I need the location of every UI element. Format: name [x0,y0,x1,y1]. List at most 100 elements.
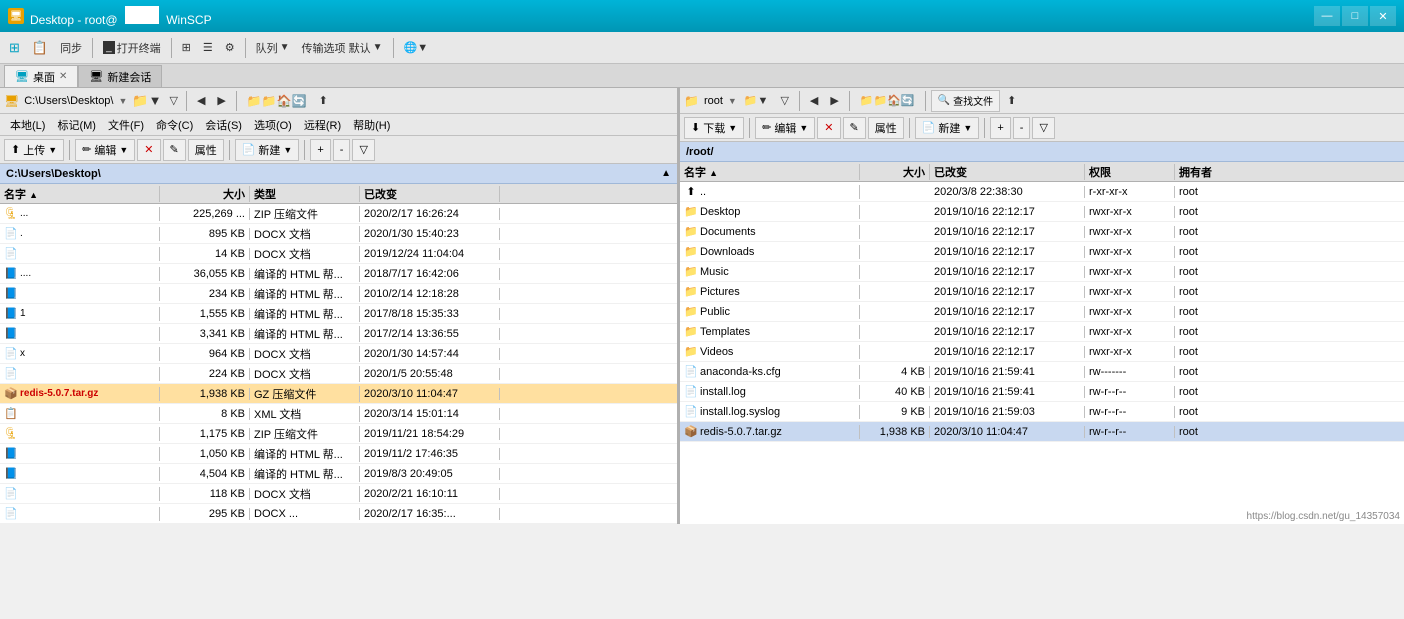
local-panel: 🖥 C:\Users\Desktop\ ▼ 📁▼ ▽ ◀ ▶ 📁📁🏠🔄 ⬆ 本地… [0,88,680,524]
upload-icon: ⬆ [11,143,20,156]
list-item-redis-remote[interactable]: 📦 redis-5.0.7.tar.gz 1,938 KB 2020/3/10 … [680,422,1404,442]
list-item[interactable]: 📁 Documents 2019/10/16 22:12:17 rwxr-xr-… [680,222,1404,242]
remote-new-btn[interactable]: 📄 新建 ▼ [915,117,980,139]
list-item-downloads[interactable]: 📁 Downloads 2019/10/16 22:12:17 rwxr-xr-… [680,242,1404,262]
local-edit-btn[interactable]: ✏ 编辑 ▼ [75,139,135,161]
tab-new-session[interactable]: 🖥 新建会话 [78,65,162,87]
list-item[interactable]: 📁 Videos 2019/10/16 22:12:17 rwxr-xr-x r… [680,342,1404,362]
remote-forward-btn[interactable]: ▶ [825,89,843,113]
remote-folder-icon: 📁 [684,94,699,108]
remote-extra-btn[interactable]: ⬆ [1002,89,1021,113]
list-item[interactable]: 📘 234 KB 编译的 HTML 帮... 2010/2/14 12:18:2… [0,284,677,304]
menu-remote[interactable]: 远程(R) [298,115,347,135]
local-forward-btn[interactable]: ▶ [212,89,230,113]
remote-filter2-btn[interactable]: ▽ [1032,117,1054,139]
local-back-btn[interactable]: ◀ [192,89,210,113]
upload-btn[interactable]: ⬆ 上传 ▼ [4,139,64,161]
remote-nav-btns[interactable]: 📁📁🏠🔄 [855,89,920,113]
remote-back-btn[interactable]: ◀ [805,89,823,113]
local-rename-btn[interactable]: ✎ [163,139,186,161]
remote-col-header-owner: 拥有者 [1175,164,1235,180]
sep4 [393,38,394,58]
local-folder-btn[interactable]: 📁▼ [129,89,164,113]
search-files-btn[interactable]: 🔍 查找文件 [931,90,1000,112]
remote-file-list[interactable]: ⬆ .. 2020/3/8 22:38:30 r-xr-xr-x root 📁 … [680,182,1404,524]
close-button[interactable]: ✕ [1370,6,1396,26]
tab-desktop[interactable]: 🖥 桌面 ✕ [4,65,78,87]
remote-props-btn[interactable]: 属性 [868,117,904,139]
download-btn[interactable]: ⬇ 下载 ▼ [684,117,744,139]
list-item[interactable]: 📄 anaconda-ks.cfg 4 KB 2019/10/16 21:59:… [680,362,1404,382]
local-delete-btn[interactable]: ✕ [137,139,160,161]
toolbar-options-btn[interactable]: ⚙ [220,36,240,60]
list-item[interactable]: 📘 3,341 KB 编译的 HTML 帮... 2017/2/14 13:36… [0,324,677,344]
list-item[interactable]: 🗜 1,175 KB ZIP 压缩文件 2019/11/21 18:54:29 [0,424,677,444]
list-item[interactable]: 📄 . 895 KB DOCX 文档 2020/1/30 15:40:23 [0,224,677,244]
list-item[interactable]: 📘 .... 36,055 KB 编译的 HTML 帮... 2018/7/17… [0,264,677,284]
path-label: C:\Users\Desktop\ [24,95,113,107]
chm-icon3: 📘 [4,307,18,321]
local-filter-btn[interactable]: ▽ [166,89,180,113]
tab-close-btn[interactable]: ✕ [59,71,67,82]
list-item[interactable]: 📘 4,504 KB 编译的 HTML 帮... 2019/8/3 20:49:… [0,464,677,484]
toolbar-sync-btn[interactable]: 同步 [55,36,87,60]
local-new-btn[interactable]: 📄 新建 ▼ [235,139,300,161]
list-item[interactable]: 📄 install.log 40 KB 2019/10/16 21:59:41 … [680,382,1404,402]
toolbar-list-btn[interactable]: ☰ [198,36,218,60]
list-item[interactable]: 📁 Desktop 2019/10/16 22:12:17 rwxr-xr-x … [680,202,1404,222]
remote-new-icon: 📄 [922,121,936,134]
toolbar-network-btn[interactable]: 🌐▼ [399,36,434,60]
local-filter2-btn[interactable]: ▽ [352,139,374,161]
toolbar-terminal-btn[interactable]: _ 打开终端 [98,36,166,60]
local-props-btn[interactable]: 属性 [188,139,224,161]
list-item[interactable]: 📋 8 KB XML 文档 2020/3/14 15:01:14 [0,404,677,424]
remote-delete-btn[interactable]: ✕ [817,117,840,139]
col-header-type: 类型 [250,186,360,202]
menu-file[interactable]: 文件(F) [102,115,150,135]
maximize-button[interactable]: □ [1342,6,1368,26]
remote-edit-btn[interactable]: ✏ 编辑 ▼ [755,117,815,139]
menu-local[interactable]: 本地(L) [4,115,51,135]
menu-help[interactable]: 帮助(H) [347,115,396,135]
local-extra-btn[interactable]: ⬆ [314,89,333,113]
list-item[interactable]: 🗜 ... 225,269 ... ZIP 压缩文件 2020/2/17 16:… [0,204,677,224]
remote-folder-btn[interactable]: 📁▼ [739,89,774,113]
list-item[interactable]: 📘 1 1,555 KB 编译的 HTML 帮... 2017/8/18 15:… [0,304,677,324]
docx-icon2: 📄 [4,247,18,261]
list-item[interactable]: 📄 295 KB DOCX ... 2020/2/17 16:35:... [0,504,677,524]
local-file-list[interactable]: 🗜 ... 225,269 ... ZIP 压缩文件 2020/2/17 16:… [0,204,677,524]
list-item[interactable]: 📄 install.log.syslog 9 KB 2019/10/16 21:… [680,402,1404,422]
list-item-templates[interactable]: 📁 Templates 2019/10/16 22:12:17 rwxr-xr-… [680,322,1404,342]
syslog-icon: 📄 [684,405,698,419]
list-item[interactable]: 📁 Public 2019/10/16 22:12:17 rwxr-xr-x r… [680,302,1404,322]
toolbar-new-btn[interactable]: ⊞ [4,36,25,60]
menu-options[interactable]: 选项(O) [248,115,298,135]
remote-plus-btn[interactable]: + [990,117,1010,139]
remote-rename-btn[interactable]: ✎ [843,117,866,139]
menu-mark[interactable]: 标记(M) [51,115,102,135]
toolbar-transfer-btn[interactable]: 传输选项 默认 ▼ [297,36,388,60]
menu-command[interactable]: 命令(C) [150,115,199,135]
list-item[interactable]: 📄 224 KB DOCX 文档 2020/1/5 20:55:48 [0,364,677,384]
list-item-redis-local[interactable]: 📦 redis-5.0.7.tar.gz 1,938 KB GZ 压缩文件 20… [0,384,677,404]
chm-icon6: 📘 [4,467,18,481]
list-item[interactable]: ⬆ .. 2020/3/8 22:38:30 r-xr-xr-x root [680,182,1404,202]
chm-icon5: 📘 [4,447,18,461]
list-item[interactable]: 📄 118 KB DOCX 文档 2020/2/21 16:10:11 [0,484,677,504]
toolbar-copy-btn[interactable]: 📋 [27,36,53,60]
list-item[interactable]: 📄 x 964 KB DOCX 文档 2020/1/30 14:57:44 [0,344,677,364]
minimize-button[interactable]: — [1314,6,1340,26]
remote-filter-btn[interactable]: ▽ [775,89,793,113]
toolbar-queue-btn[interactable]: 队列 ▼ [251,36,295,60]
list-item[interactable]: 📄 14 KB DOCX 文档 2019/12/24 11:04:04 [0,244,677,264]
search-icon: 🔍 [938,95,950,106]
menu-session[interactable]: 会话(S) [199,115,248,135]
list-item[interactable]: 📁 Music 2019/10/16 22:12:17 rwxr-xr-x ro… [680,262,1404,282]
list-item[interactable]: 📘 1,050 KB 编译的 HTML 帮... 2019/11/2 17:46… [0,444,677,464]
list-item[interactable]: 📁 Pictures 2019/10/16 22:12:17 rwxr-xr-x… [680,282,1404,302]
local-plus-btn[interactable]: + [310,139,330,161]
toolbar-icons-btn[interactable]: ⊞ [177,36,196,60]
local-nav-btns[interactable]: 📁📁🏠🔄 [242,89,312,113]
local-minus-btn[interactable]: - [333,139,351,161]
remote-minus-btn[interactable]: - [1013,117,1031,139]
